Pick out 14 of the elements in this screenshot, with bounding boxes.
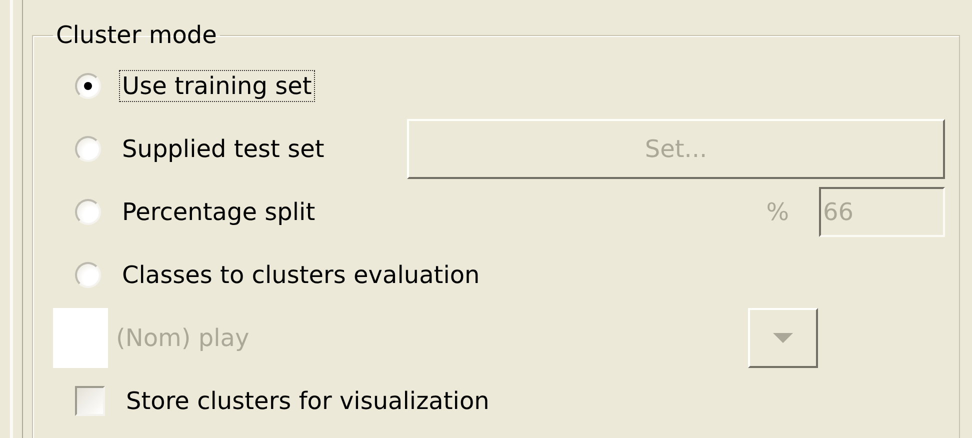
radio-button[interactable] xyxy=(75,198,101,224)
group-title: Cluster mode xyxy=(55,22,218,48)
radio-label[interactable]: Percentage split xyxy=(119,196,318,228)
radio-button[interactable] xyxy=(75,262,101,288)
caret-icon xyxy=(772,332,794,344)
radio-label[interactable]: Classes to clusters evaluation xyxy=(119,258,483,290)
checkbox-label[interactable]: Store clusters for visualization xyxy=(123,384,492,416)
dropdown-value: (Nom) play xyxy=(116,324,250,352)
percent-sign: % xyxy=(766,198,789,226)
radio-button[interactable] xyxy=(75,136,101,162)
radio-label[interactable]: Supplied test set xyxy=(119,132,328,164)
radio-button[interactable] xyxy=(75,72,101,98)
radio-label[interactable]: Use training set xyxy=(119,70,315,102)
checkbox[interactable] xyxy=(75,386,105,416)
